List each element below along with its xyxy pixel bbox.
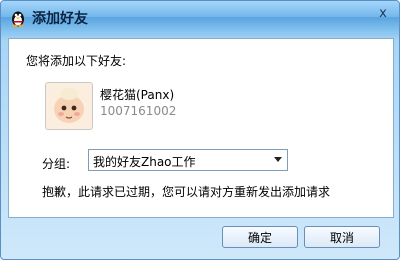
baby-avatar-icon [54,88,84,123]
qq-penguin-icon [12,11,24,27]
add-friend-dialog: 添加好友 x 您将添加以下好友: 樱花猫(Panx) 1007161002 分组… [0,0,400,260]
window-title: 添加好友 [32,11,88,27]
friend-qq-number: 1007161002 [100,104,177,118]
cancel-button[interactable]: 取消 [304,226,380,248]
group-select[interactable]: 我的好友Zhao工作 [88,149,288,171]
expired-message: 抱歉，此请求已过期，您可以请对方重新发出添加请求 [42,185,331,199]
close-icon: x [379,6,387,21]
title-bar[interactable]: 添加好友 x [1,1,399,33]
ok-button[interactable]: 确定 [222,226,298,248]
group-select-value: 我的好友Zhao工作 [93,155,196,169]
chevron-down-icon[interactable] [274,157,282,162]
dialog-content: 您将添加以下好友: 樱花猫(Panx) 1007161002 分组: 我的好友Z… [8,38,394,218]
friend-name: 樱花猫(Panx) [100,88,175,102]
close-button[interactable]: x [373,5,393,23]
prompt-text: 您将添加以下好友: [26,54,127,68]
group-label: 分组: [42,157,71,171]
friend-avatar [45,82,93,130]
